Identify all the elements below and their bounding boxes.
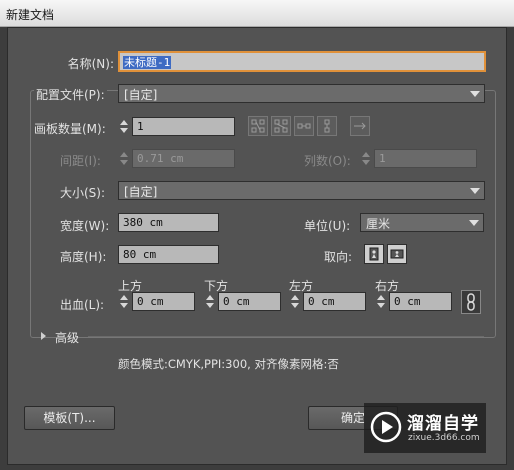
chevron-down-icon: [470, 188, 480, 194]
stepper-up-icon[interactable]: [206, 295, 214, 300]
bleed-bottom-stepper[interactable]: [204, 292, 217, 311]
templates-button[interactable]: 模板(T)...: [24, 406, 115, 430]
stepper-down-icon[interactable]: [206, 303, 214, 308]
grid-by-column-icon[interactable]: [271, 116, 291, 136]
stepper-down-icon: [362, 160, 370, 165]
bleed-right-stepper[interactable]: [375, 292, 388, 311]
height-label: 高度(H):: [60, 250, 107, 264]
units-value: 厘米: [366, 217, 391, 231]
units-select[interactable]: 厘米: [360, 213, 484, 232]
bleed-top-stepper[interactable]: [118, 292, 131, 311]
window-title: 新建文档: [6, 8, 55, 22]
bleed-left-field[interactable]: 0 cm: [303, 292, 366, 311]
name-value: 未标题-1: [123, 56, 172, 69]
landscape-icon[interactable]: [387, 244, 407, 264]
portrait-icon[interactable]: [364, 244, 384, 264]
profile-select[interactable]: [自定]: [118, 84, 485, 103]
chevron-down-icon: [469, 220, 479, 226]
columns-label: 列数(O):: [304, 154, 351, 168]
disclosure-triangle-icon[interactable]: [41, 332, 46, 340]
name-field[interactable]: 未标题-1: [118, 51, 486, 72]
stepper-down-icon[interactable]: [377, 303, 385, 308]
arrange-by-column-icon[interactable]: [317, 116, 337, 136]
bleed-left-stepper[interactable]: [289, 292, 302, 311]
right-to-left-icon[interactable]: [350, 116, 370, 136]
stepper-up-icon[interactable]: [291, 295, 299, 300]
stepper-up-icon[interactable]: [120, 295, 128, 300]
spacing-label: 间距(I):: [60, 154, 101, 168]
new-document-dialog: 名称(N): 未标题-1 配置文件(P): [自定] 画板数量(M): 1 间距…: [7, 27, 507, 465]
columns-field: 1: [374, 149, 477, 168]
bleed-top-field[interactable]: 0 cm: [132, 292, 195, 311]
bleed-right-field[interactable]: 0 cm: [389, 292, 452, 311]
chevron-down-icon: [470, 91, 480, 97]
play-logo-icon: [370, 411, 402, 443]
arrange-by-row-icon[interactable]: [294, 116, 314, 136]
size-select[interactable]: [自定]: [118, 181, 485, 200]
document-summary: 颜色模式:CMYK,PPI:300, 对齐像素网格:否: [118, 357, 339, 371]
size-value: [自定]: [124, 185, 158, 199]
stepper-up-icon: [362, 152, 370, 157]
spacing-field: 0.71 cm: [132, 149, 235, 168]
units-label: 单位(U):: [304, 219, 351, 233]
chain-link-icon[interactable]: [461, 290, 481, 314]
width-field[interactable]: 380 cm: [118, 213, 219, 232]
orientation-label: 取向:: [324, 250, 353, 264]
bleed-label: 出血(L):: [60, 298, 105, 312]
stepper-down-icon[interactable]: [120, 128, 128, 133]
window-titlebar: 新建文档: [0, 0, 514, 27]
profile-value: [自定]: [124, 88, 158, 102]
artboards-stepper[interactable]: [118, 117, 131, 136]
bleed-bottom-field[interactable]: 0 cm: [218, 292, 281, 311]
profile-label: 配置文件(P):: [34, 86, 107, 103]
spacing-stepper: [118, 149, 131, 168]
advanced-toggle[interactable]: 高级: [55, 329, 79, 346]
artboards-field[interactable]: 1: [132, 117, 235, 136]
columns-stepper: [360, 149, 373, 168]
advanced-divider: [88, 336, 484, 337]
stepper-up-icon: [120, 152, 128, 157]
watermark-url: zixue.3d66.com: [408, 433, 480, 443]
stepper-up-icon[interactable]: [120, 120, 128, 125]
watermark-brand: 溜溜自学: [407, 414, 479, 434]
size-label: 大小(S):: [60, 186, 106, 200]
stepper-down-icon[interactable]: [291, 303, 299, 308]
width-label: 宽度(W):: [60, 219, 110, 233]
artboards-label: 画板数量(M):: [34, 122, 106, 136]
stepper-down-icon[interactable]: [120, 303, 128, 308]
stepper-up-icon[interactable]: [377, 295, 385, 300]
grid-by-row-icon[interactable]: [248, 116, 268, 136]
height-field[interactable]: 80 cm: [118, 245, 219, 264]
name-label: 名称(N):: [67, 57, 114, 71]
watermark: 溜溜自学 zixue.3d66.com: [364, 403, 486, 453]
stepper-down-icon: [120, 160, 128, 165]
